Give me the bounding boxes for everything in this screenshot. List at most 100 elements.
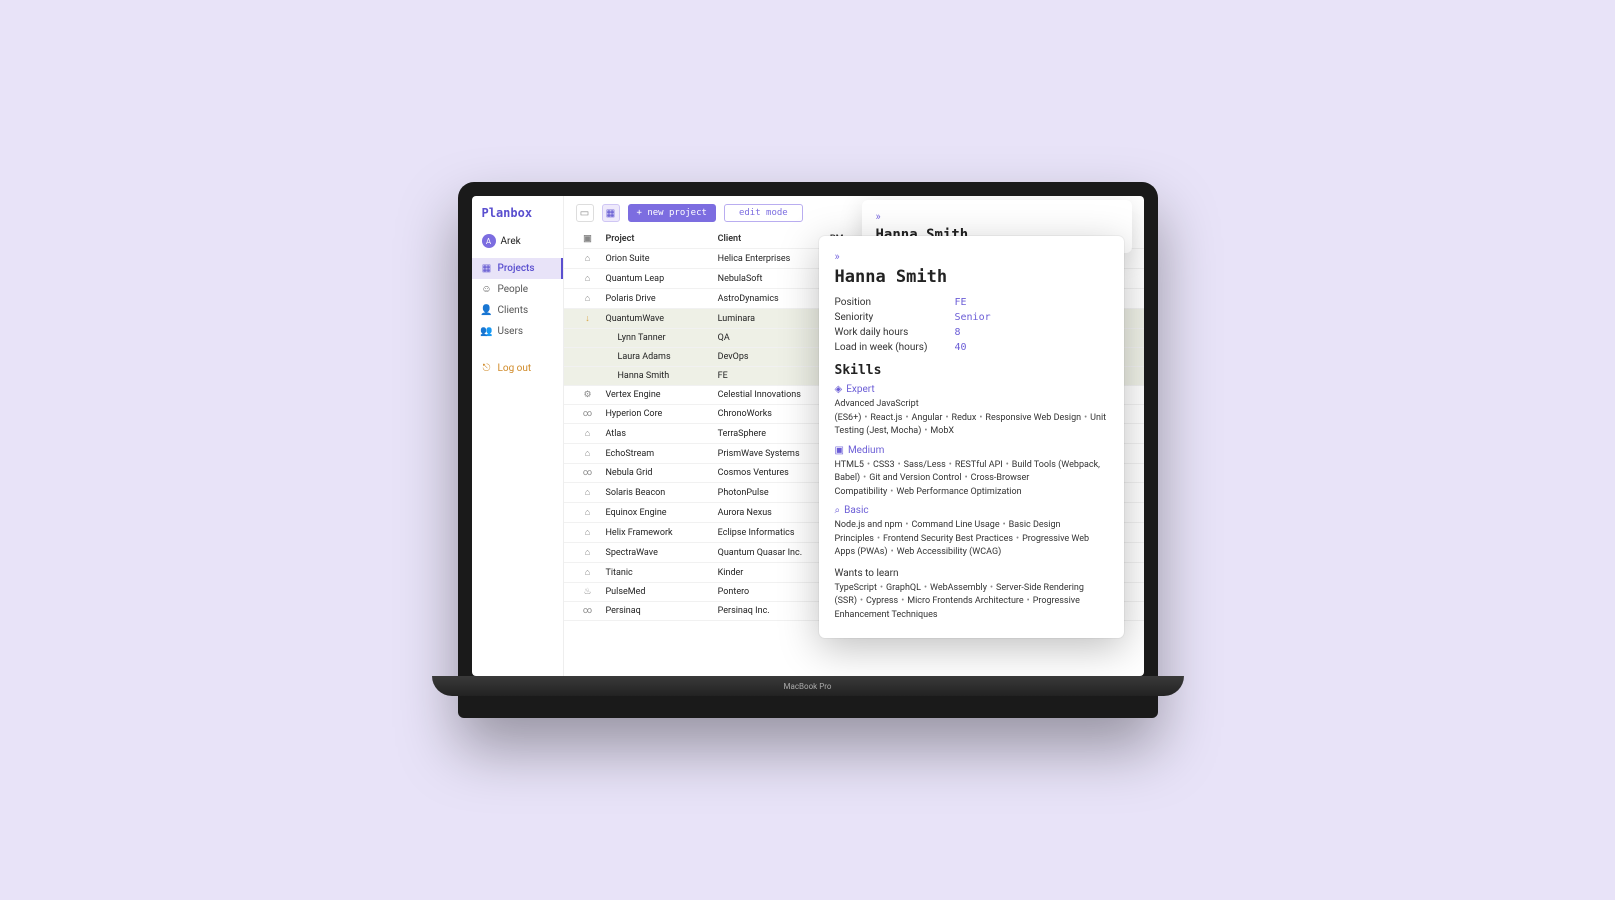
skills-heading: Skills — [835, 363, 1108, 378]
arrow-down-icon: ↓ — [576, 313, 600, 324]
current-user[interactable]: A Arek — [472, 230, 563, 258]
expand-col-icon: ▣ — [576, 234, 600, 244]
meta-position: Position FE — [835, 297, 1108, 308]
sidebar-item-projects[interactable]: ▦ Projects — [472, 258, 563, 279]
skills-basic-list: Node.js and npm•Command Line Usage•Basic… — [835, 519, 1108, 560]
cell-project: EchoStream — [606, 449, 712, 459]
project-type-icon: ⌂ — [576, 507, 600, 518]
project-type-icon: ⌂ — [576, 428, 600, 439]
cell-project: Nebula Grid — [606, 468, 712, 478]
edit-mode-button[interactable]: edit mode — [724, 204, 803, 222]
project-type-icon: ⚙ — [576, 390, 600, 400]
cell-client: AstroDynamics — [718, 294, 824, 304]
cell-client: Persinaq Inc. — [718, 606, 824, 616]
collapse-icon[interactable]: » — [835, 250, 840, 263]
cell-client: Celestial Innovations — [718, 390, 824, 400]
cell-project: Solaris Beacon — [606, 488, 712, 498]
diamond-icon: ◈ — [835, 384, 843, 395]
project-type-icon: ∞ — [576, 468, 600, 478]
col-project: Project — [606, 234, 712, 244]
cell-project: PulseMed — [606, 587, 712, 597]
skills-expert-list: Advanced JavaScript (ES6+)•React.js•Angu… — [835, 398, 1108, 439]
project-type-icon: ⌂ — [576, 273, 600, 284]
cell-project: Orion Suite — [606, 254, 712, 264]
brand-logo: Planbox — [472, 206, 563, 230]
projects-icon: ▦ — [482, 263, 492, 274]
collapse-icon[interactable]: » — [876, 210, 881, 223]
view-toggle-grid[interactable]: ▦ — [602, 204, 620, 222]
cell-client: PrismWave Systems — [718, 449, 824, 459]
clients-icon: 👤 — [482, 305, 492, 316]
cell-person: Laura Adams — [606, 352, 712, 362]
cell-person: Lynn Tanner — [606, 333, 712, 343]
project-type-icon: ⌂ — [576, 527, 600, 538]
cell-project: Equinox Engine — [606, 508, 712, 518]
cell-role: DevOps — [718, 352, 824, 362]
cell-client: ChronoWorks — [718, 409, 824, 419]
cell-project: Persinaq — [606, 606, 712, 616]
meta-daily-hours: Work daily hours 8 — [835, 327, 1108, 338]
person-name: Hanna Smith — [835, 267, 1108, 287]
view-toggle-cards[interactable]: ▭ — [576, 204, 594, 222]
sidebar-item-people[interactable]: ☺ People — [472, 279, 563, 300]
cell-project: Polaris Drive — [606, 294, 712, 304]
cell-client: TerraSphere — [718, 429, 824, 439]
square-icon: ▣ — [835, 445, 844, 456]
project-type-icon: ⌂ — [576, 293, 600, 304]
cell-project: Helix Framework — [606, 528, 712, 538]
avatar: A — [482, 234, 496, 248]
cell-client: Helica Enterprises — [718, 254, 824, 264]
meta-load: Load in week (hours) 40 — [835, 342, 1108, 353]
cell-project: Atlas — [606, 429, 712, 439]
sidebar-item-label: Projects — [498, 263, 535, 274]
project-type-icon: ⌂ — [576, 253, 600, 264]
sidebar-item-label: Users — [498, 326, 524, 337]
cell-role: FE — [718, 371, 824, 381]
sidebar-item-clients[interactable]: 👤 Clients — [472, 300, 563, 321]
project-type-icon: ⌂ — [576, 547, 600, 558]
cell-project: Titanic — [606, 568, 712, 578]
cell-project: Hyperion Core — [606, 409, 712, 419]
search-icon: ⌕ — [835, 505, 841, 516]
cell-client: PhotonPulse — [718, 488, 824, 498]
sidebar: Planbox A Arek ▦ Projects ☺ People 👤 Cli… — [472, 196, 564, 676]
cell-client: Quantum Quasar Inc. — [718, 548, 824, 558]
laptop-base: MacBook Pro — [432, 676, 1184, 696]
wants-to-learn-heading: Wants to learn — [835, 568, 1108, 579]
project-type-icon: ♨ — [576, 587, 600, 597]
new-project-button[interactable]: + new project — [628, 204, 716, 222]
cell-client: NebulaSoft — [718, 274, 824, 284]
logout-icon: ⎋ — [482, 363, 492, 374]
cell-client: Aurora Nexus — [718, 508, 824, 518]
project-type-icon: ⌂ — [576, 448, 600, 459]
cell-client: Kinder — [718, 568, 824, 578]
cell-project: Vertex Engine — [606, 390, 712, 400]
skill-level-expert: ◈ Expert — [835, 384, 1108, 395]
sidebar-item-label: Clients — [498, 305, 529, 316]
skill-level-basic: ⌕ Basic — [835, 505, 1108, 516]
meta-seniority: Seniority Senior — [835, 312, 1108, 323]
project-type-icon: ∞ — [576, 606, 600, 616]
user-name: Arek — [501, 236, 521, 247]
cell-client: Pontero — [718, 587, 824, 597]
project-type-icon: ⌂ — [576, 567, 600, 578]
sidebar-item-users[interactable]: 👥 Users — [472, 321, 563, 342]
logout-button[interactable]: ⎋ Log out — [472, 358, 563, 379]
cell-client: Cosmos Ventures — [718, 468, 824, 478]
users-icon: 👥 — [482, 326, 492, 337]
project-type-icon: ∞ — [576, 409, 600, 419]
cell-client: Luminara — [718, 314, 824, 324]
cell-project: QuantumWave — [606, 314, 712, 324]
logout-label: Log out — [498, 363, 532, 374]
sidebar-item-label: People — [498, 284, 529, 295]
cell-role: QA — [718, 333, 824, 343]
col-client: Client — [718, 234, 824, 244]
person-card: » Hanna Smith Position FE Seniority Seni… — [819, 236, 1124, 638]
project-type-icon: ⌂ — [576, 487, 600, 498]
cell-project: Quantum Leap — [606, 274, 712, 284]
cell-project: SpectraWave — [606, 548, 712, 558]
people-icon: ☺ — [482, 284, 492, 295]
skills-medium-list: HTML5•CSS3•Sass/Less•RESTful API•Build T… — [835, 459, 1108, 500]
skill-level-medium: ▣ Medium — [835, 445, 1108, 456]
wants-to-learn-list: TypeScript•GraphQL•WebAssembly•Server-Si… — [835, 582, 1108, 623]
